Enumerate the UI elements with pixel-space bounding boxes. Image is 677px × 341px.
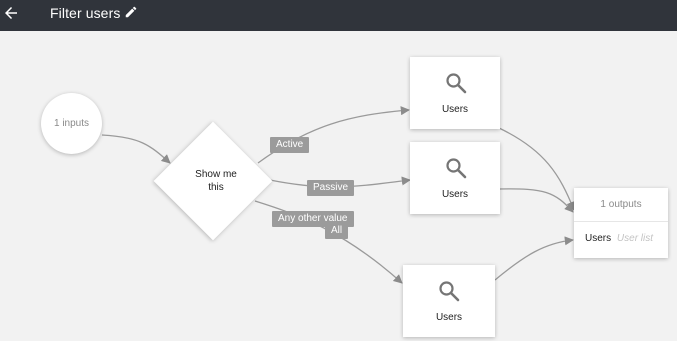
search-icon	[446, 73, 467, 94]
output-node[interactable]: 1 outputs Users User list	[574, 188, 668, 258]
search-icon	[446, 158, 467, 179]
output-name: Users	[585, 233, 612, 244]
edge-card2-to-output	[498, 188, 574, 213]
edge-input-to-decision	[101, 134, 171, 164]
users-card-all[interactable]: Users	[403, 265, 495, 337]
output-row[interactable]: Users User list	[574, 222, 668, 244]
search-icon	[439, 281, 460, 302]
users-card-label: Users	[435, 312, 463, 323]
edge-card3-to-output	[494, 236, 574, 281]
users-card-passive[interactable]: Users	[410, 142, 500, 214]
edge-label-all[interactable]: All	[325, 223, 349, 239]
edge-card1-to-output	[498, 127, 576, 211]
flow-edges	[101, 106, 576, 284]
users-card-active[interactable]: Users	[410, 57, 500, 129]
edge-label-active[interactable]: Active	[270, 137, 310, 153]
edge-label-passive[interactable]: Passive	[307, 180, 355, 196]
output-node-header: 1 outputs	[574, 188, 668, 222]
users-card-label: Users	[441, 189, 469, 200]
users-card-label: Users	[441, 104, 469, 115]
output-type: User list	[616, 233, 654, 244]
input-node[interactable]: 1 inputs	[41, 93, 102, 154]
input-node-label: 1 inputs	[53, 118, 90, 129]
